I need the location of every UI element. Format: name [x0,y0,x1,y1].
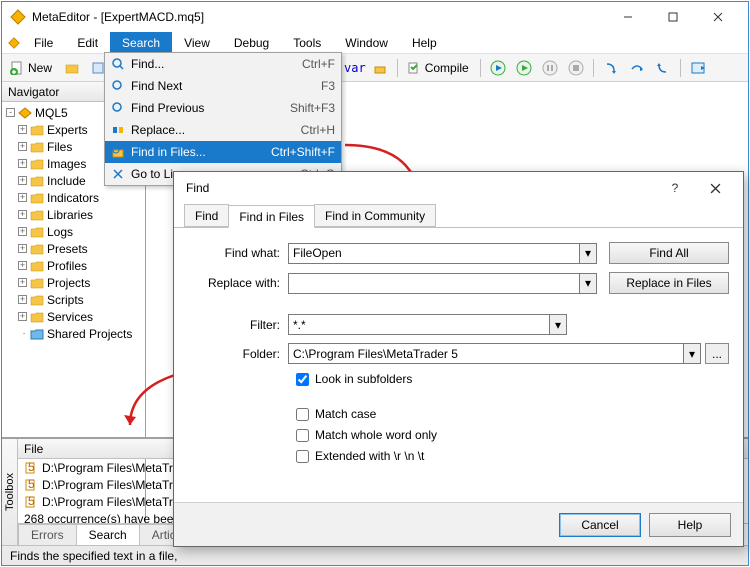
dropdown-item[interactable]: Replace...Ctrl+H [105,119,341,141]
match-case-label: Match case [315,407,376,421]
step-over-button[interactable] [625,57,649,79]
menu-tools[interactable]: Tools [281,32,333,53]
extended-label: Extended with \r \n \t [315,449,424,463]
find-dropdown-icon[interactable]: ▾ [580,243,597,264]
dropdown-item[interactable]: Find NextF3 [105,75,341,97]
dialog-tab-find-in-files[interactable]: Find in Files [228,205,315,228]
pause-button[interactable] [538,57,562,79]
menu-help[interactable]: Help [400,32,449,53]
match-whole-word-label: Match whole word only [315,428,437,442]
find-label: Find what: [188,246,288,260]
replace-in-files-button[interactable]: Replace in Files [609,272,729,294]
toolbox-tab-errors[interactable]: Errors [18,524,77,545]
look-in-subfolders-checkbox[interactable] [296,373,309,386]
dropdown-icon [107,167,129,181]
replace-input[interactable] [288,273,580,294]
tree-item[interactable]: +Profiles [2,257,145,274]
tree-item[interactable]: +Scripts [2,291,145,308]
window-title: MetaEditor - [ExpertMACD.mq5] [32,10,605,24]
dropdown-icon [107,57,129,71]
search-dropdown: Find...Ctrl+FFind NextF3Find PreviousShi… [104,52,342,186]
dialog-title: Find [182,181,655,195]
browse-button[interactable]: ... [705,343,729,364]
extended-checkbox[interactable] [296,450,309,463]
navigator-title: Navigator [8,85,59,99]
new-button[interactable]: New [6,57,58,79]
toolbox-label: Toolbox [4,473,16,511]
dropdown-item[interactable]: Find PreviousShift+F3 [105,97,341,119]
folder-label: Folder: [188,347,288,361]
dialog-help-icon[interactable]: ? [655,174,695,202]
help-button[interactable]: Help [649,513,731,537]
dialog-tab-find-in-community[interactable]: Find in Community [314,204,436,227]
menu-search[interactable]: Search [110,32,172,53]
app-icon [10,9,26,25]
filter-label: Filter: [188,318,288,332]
dropdown-item[interactable]: Find in Files...Ctrl+Shift+F [105,141,341,163]
mdi-icon [6,32,22,53]
svg-text:5: 5 [28,461,35,474]
match-whole-word-checkbox[interactable] [296,429,309,442]
compile-button[interactable]: Compile [403,57,475,79]
stop-button[interactable] [564,57,588,79]
minimize-button[interactable] [605,3,650,31]
debug-start-real-button[interactable] [486,57,510,79]
terminal-button[interactable] [686,57,710,79]
folder-dropdown-icon[interactable]: ▾ [684,343,701,364]
toolbox-tab-search[interactable]: Search [76,524,140,545]
menu-file[interactable]: File [22,32,65,53]
tree-item[interactable]: +Logs [2,223,145,240]
tree-item[interactable]: +Presets [2,240,145,257]
toolbar-btn[interactable] [368,57,392,79]
menu-view[interactable]: View [172,32,222,53]
dialog-tab-find[interactable]: Find [184,204,229,227]
step-out-button[interactable] [651,57,675,79]
replace-dropdown-icon[interactable]: ▾ [580,273,597,294]
menu-bar: File Edit Search View Debug Tools Window… [2,32,748,54]
filter-input[interactable] [288,314,550,335]
new-label: New [28,61,52,75]
maximize-button[interactable] [650,3,695,31]
look-in-subfolders-label: Look in subfolders [315,372,412,386]
replace-label: Replace with: [188,276,288,290]
tree-item[interactable]: +Services [2,308,145,325]
dropdown-icon [107,145,129,159]
toolbox-column: File [24,442,43,456]
status-text: Finds the specified text in a file, [10,549,177,563]
dropdown-icon [107,79,129,93]
dropdown-icon [107,123,129,137]
dropdown-item[interactable]: Find...Ctrl+F [105,53,341,75]
cancel-button[interactable]: Cancel [559,513,641,537]
dropdown-icon [107,101,129,115]
tree-item[interactable]: ·Shared Projects [2,325,145,342]
folder-input[interactable] [288,343,684,364]
filter-dropdown-icon[interactable]: ▾ [550,314,567,335]
match-case-checkbox[interactable] [296,408,309,421]
compile-label: Compile [425,61,469,75]
menu-window[interactable]: Window [333,32,400,53]
find-input[interactable] [288,243,580,264]
var-label: var [344,61,366,75]
tree-item[interactable]: +Indicators [2,189,145,206]
find-dialog: Find ? Find Find in Files Find in Commun… [173,171,744,547]
tree-item[interactable]: +Projects [2,274,145,291]
find-all-button[interactable]: Find All [609,242,729,264]
close-button[interactable] [695,3,740,31]
dialog-close-icon[interactable] [695,174,735,202]
step-into-button[interactable] [599,57,623,79]
menu-debug[interactable]: Debug [222,32,281,53]
tree-item[interactable]: +Libraries [2,206,145,223]
svg-text:5: 5 [28,478,35,491]
debug-start-button[interactable] [512,57,536,79]
svg-text:5: 5 [28,495,35,508]
menu-edit[interactable]: Edit [65,32,110,53]
open-button[interactable] [60,57,84,79]
